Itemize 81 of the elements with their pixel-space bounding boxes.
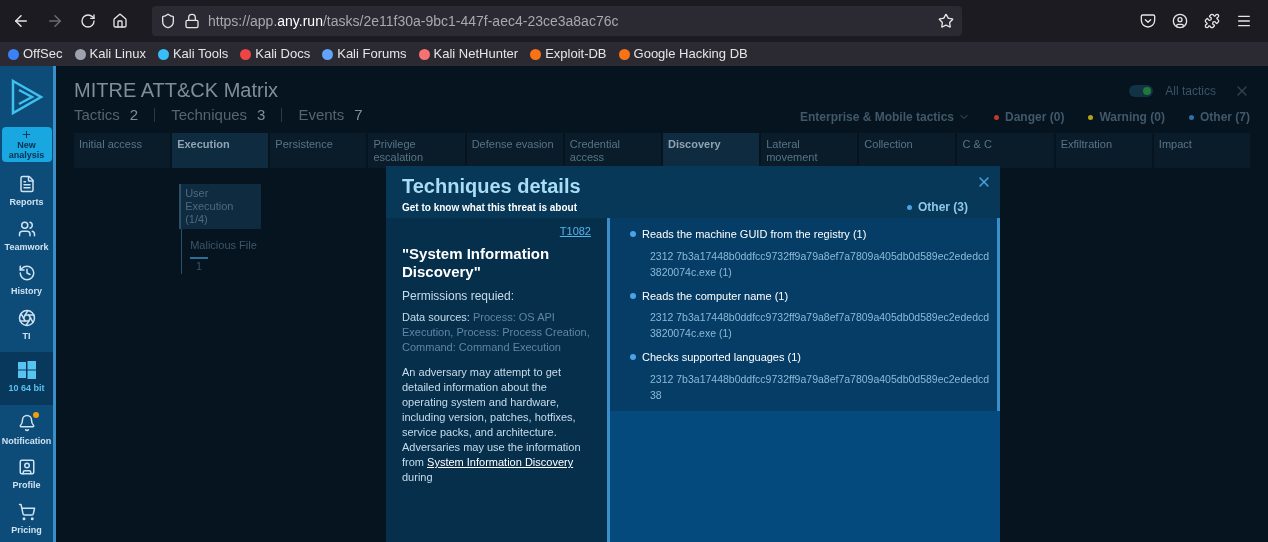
pocket-icon[interactable] <box>1140 13 1156 29</box>
legend-label: Warning (0) <box>1099 109 1165 126</box>
toggle-label: All tactics <box>1165 83 1216 100</box>
event-title: Reads the computer name (1) <box>642 288 789 304</box>
technique-name: "System Information Discovery" <box>402 245 551 281</box>
play-logo-icon <box>9 77 44 116</box>
event-title: Reads the machine GUID from the registry (1) <box>642 227 867 242</box>
tactic-header[interactable]: Lateral movement <box>761 132 858 168</box>
sidebar-item[interactable]: Pricing <box>0 497 53 542</box>
event-count: 1 <box>196 260 203 274</box>
cart-icon <box>17 502 36 521</box>
legend-label: Danger (0) <box>1005 109 1065 126</box>
tactic-header[interactable]: Collection <box>859 132 956 168</box>
bookmark-link[interactable]: Kali Tools <box>172 44 229 64</box>
lock-icon <box>184 13 200 29</box>
technique-id-link[interactable]: T1082 <box>559 224 591 239</box>
document-icon <box>17 175 36 193</box>
stat-value: 7 <box>354 105 363 125</box>
tactic-header[interactable]: Credential access <box>564 132 661 168</box>
bookmark-link[interactable]: Kali Linux <box>89 44 146 64</box>
sidebar-item[interactable]: History <box>0 259 53 304</box>
people-icon <box>17 219 36 238</box>
new-analysis-button[interactable]: New analysis <box>1 127 52 162</box>
data-sources-text: Data sources: Process: OS API Execution, Process: Process Creation, Command: Command Execution <box>402 310 591 355</box>
tactic-header[interactable]: Defense evasion <box>466 132 563 168</box>
home-icon[interactable] <box>112 13 128 29</box>
event-title: Checks supported languages (1) <box>642 350 801 365</box>
description-text: An adversary may attempt to get detailed information about the operating system and hardware, including version, patches, hotfixes, service packs, and architecture. Adversaries may use the information from System Information Discovery during <box>402 365 582 485</box>
tactic-header[interactable]: Initial access <box>74 132 171 168</box>
stat-label: Techniques <box>171 105 248 125</box>
sidebar-item[interactable]: Notification <box>0 408 53 453</box>
bookmark-link[interactable]: Kali Forums <box>337 44 407 64</box>
tactic-header[interactable]: Privilege escalation <box>368 132 465 168</box>
tactic-header[interactable]: Persistence <box>270 132 367 168</box>
aperture-icon <box>17 308 36 327</box>
bookmark-link[interactable]: OffSec <box>23 44 63 64</box>
tactic-header[interactable]: Exfiltration <box>1055 132 1152 168</box>
bookmark-link[interactable]: Kali NetHunter <box>433 44 519 64</box>
star-icon[interactable] <box>938 13 954 29</box>
tactic-header[interactable]: Impact <box>1153 132 1250 168</box>
plus-icon <box>21 129 32 141</box>
history-icon <box>17 264 36 282</box>
url-field[interactable]: https://app.any.run/tasks/2e11f30a-9bc1-447f-aec4-23ce3a8ac76c <box>152 6 962 36</box>
bookmark-link[interactable]: Google Hacking DB <box>633 44 748 64</box>
process-name: 2312 7b3a17448b0ddfcc9732ff9a79a8ef7a7809a405db0d589ec2ededcd3820074c.exe (1) <box>650 248 991 280</box>
stat-value: 2 <box>129 105 139 125</box>
back-icon[interactable] <box>12 12 30 30</box>
bookmark-link[interactable]: Exploit-DB <box>545 44 607 64</box>
account-icon[interactable] <box>1172 13 1188 29</box>
bullet-icon <box>630 354 636 361</box>
sidebar-item[interactable]: 10 64 bit <box>0 352 53 405</box>
technique-link[interactable]: System Information Discovery <box>427 456 574 468</box>
stat-label: Tactics <box>74 105 120 125</box>
category-label: Other (3) <box>917 199 968 216</box>
extensions-icon[interactable] <box>1204 13 1220 29</box>
bullet-icon <box>630 292 636 299</box>
menu-icon[interactable] <box>1236 13 1252 29</box>
sidebar-item[interactable]: Profile <box>0 453 53 498</box>
process-name: 2312 7b3a17448b0ddfcc9732ff9a79a8ef7a7809a405db0d589ec2ededcd3820074c.exe (1) <box>650 310 991 341</box>
legend-label: Other (7) <box>1199 109 1250 126</box>
stat-value: 3 <box>257 105 266 125</box>
sidebar-item[interactable]: Teamwork <box>0 214 53 259</box>
sidebar-item[interactable]: Reports <box>0 170 53 215</box>
stat-label: Events <box>298 105 345 125</box>
process-name: 2312 7b3a17448b0ddfcc9732ff9a79a8ef7a7809a405db0d589ec2ededcd38 <box>650 371 991 403</box>
page-title: MITRE ATT&CK Matrix <box>74 78 280 102</box>
shield-icon <box>160 13 176 29</box>
tactic-header[interactable]: Discovery <box>663 132 760 168</box>
toggle-switch[interactable] <box>1129 85 1154 97</box>
tactic-header[interactable]: Execution <box>172 132 269 168</box>
permissions-label: Permissions requied: <box>402 289 516 304</box>
profile-icon <box>17 458 36 476</box>
sidebar-item[interactable]: TI <box>0 303 53 348</box>
bell-icon <box>17 413 36 432</box>
dialog-subtitle: Get to know what this threat is about <box>402 201 578 215</box>
windows-logo-icon <box>17 361 36 379</box>
dialog-title: Techniques details <box>402 174 581 198</box>
reload-icon[interactable] <box>80 13 96 29</box>
bullet-icon <box>630 231 636 238</box>
tactic-header[interactable]: C & C <box>957 132 1054 168</box>
bookmark-link[interactable]: Kali Docs <box>255 44 311 64</box>
